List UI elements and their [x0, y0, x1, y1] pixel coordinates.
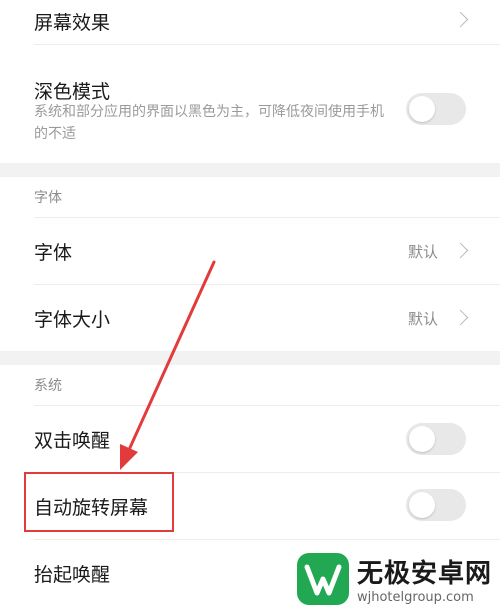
logo-icon — [296, 553, 349, 605]
annotation-arrow — [120, 260, 216, 470]
watermark-title: 无极安卓网 — [356, 559, 492, 589]
watermark-url: wjhotelgroup.com — [356, 590, 474, 605]
watermark: 无极安卓网 wjhotelgroup.com — [296, 553, 492, 605]
